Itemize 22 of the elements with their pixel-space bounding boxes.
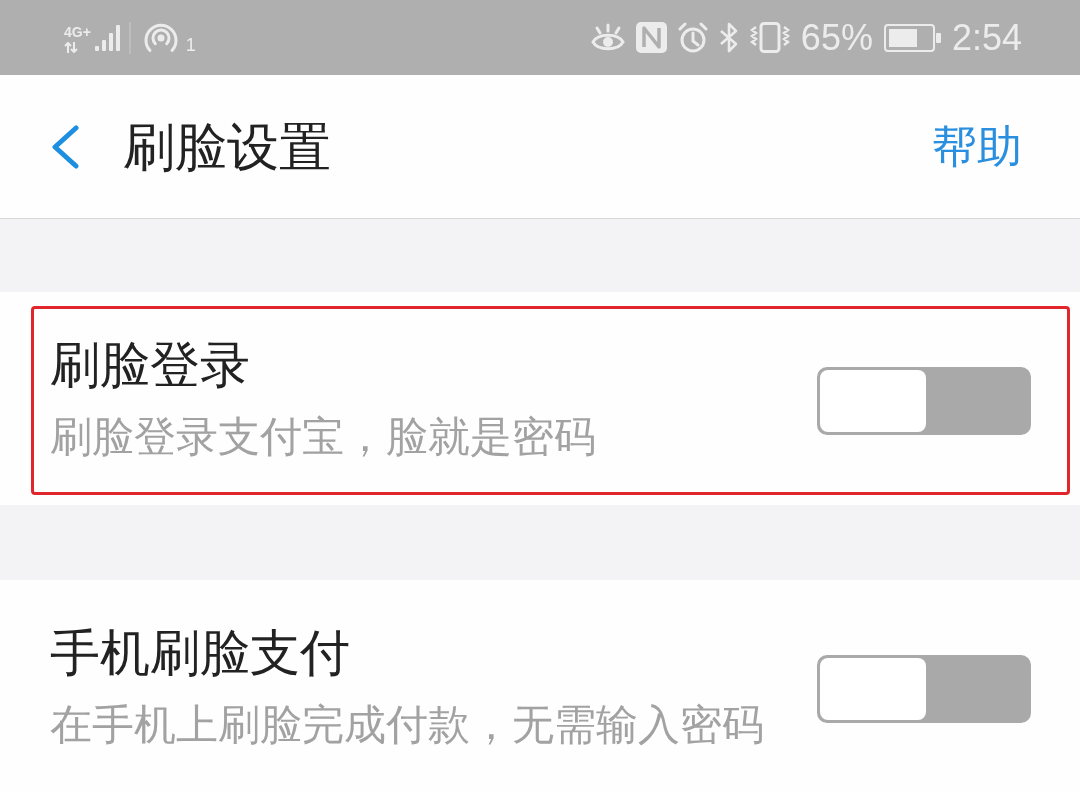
page-title: 刷脸设置 <box>123 116 332 177</box>
battery-percent: 65% <box>800 17 873 58</box>
network-type: 4G+ <box>64 24 91 40</box>
hotspot-count: 1 <box>185 35 196 54</box>
data-arrows-icon <box>64 42 79 53</box>
help-link[interactable]: 帮助 <box>932 118 1022 175</box>
eye-icon <box>590 22 625 53</box>
toggle-switch[interactable] <box>817 654 1031 723</box>
toggle-switch[interactable] <box>817 366 1031 435</box>
alarm-icon <box>677 22 708 53</box>
setting-description: 刷脸登录支付宝，脸就是密码 <box>50 414 596 460</box>
setting-description: 在手机上刷脸完成付款，无需输入密码 <box>50 702 764 748</box>
hotspot-icon <box>142 22 179 53</box>
nfc-icon <box>635 22 667 53</box>
back-chevron-icon <box>50 124 80 169</box>
battery-icon <box>883 23 941 52</box>
setting-title: 刷脸登录 <box>50 338 251 393</box>
setting-title: 手机刷脸支付 <box>50 626 351 681</box>
vibrate-icon <box>749 22 790 53</box>
signal-icon <box>94 24 121 51</box>
bluetooth-icon <box>718 22 739 53</box>
clock: 2:54 <box>951 17 1022 58</box>
